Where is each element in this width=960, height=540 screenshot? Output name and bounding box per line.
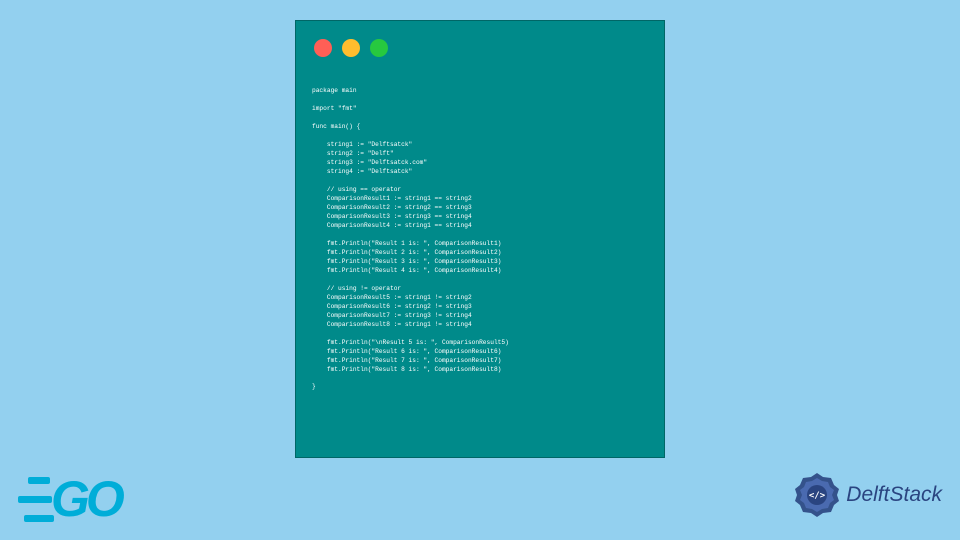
delft-stack-text: DelftStack — [846, 483, 942, 507]
delft-gear-icon: </> — [792, 470, 842, 520]
go-logo: GO — [10, 470, 121, 528]
go-speed-lines-icon — [10, 477, 54, 522]
delft-stack-logo: </> DelftStack — [792, 470, 942, 520]
go-logo-text: GO — [51, 470, 121, 528]
minimize-dot-icon — [342, 39, 360, 57]
maximize-dot-icon — [370, 39, 388, 57]
window-controls — [314, 39, 388, 57]
code-content: package main import "fmt" func main() { … — [312, 87, 648, 392]
code-window: package main import "fmt" func main() { … — [295, 20, 665, 458]
delft-icon-text: </> — [809, 491, 826, 501]
close-dot-icon — [314, 39, 332, 57]
